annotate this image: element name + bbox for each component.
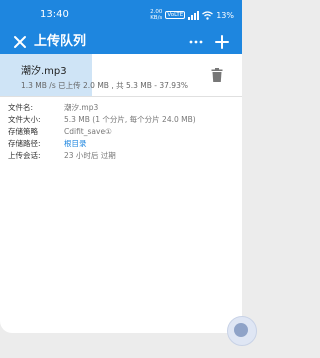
- volte-badge: VoLTE: [165, 11, 186, 19]
- upload-details-panel: 文件名: 潮汐.mp3 文件大小: 5.3 MB (1 个分片, 每个分片 24.0…: [0, 96, 242, 333]
- detail-value: Cdifit_save①: [64, 127, 112, 136]
- detail-label: 存储路径:: [8, 139, 41, 148]
- app-bar: 上传队列: [0, 30, 242, 54]
- detail-label: 存储策略: [8, 127, 38, 136]
- detail-row-file-name: 文件名: 潮汐.mp3: [8, 103, 98, 113]
- detail-label: 文件大小:: [8, 115, 41, 124]
- upload-progress-text: 1.3 MB /s 已上传 2.0 MB , 共 5.3 MB - 37.93%: [21, 81, 188, 90]
- wifi-icon: [202, 10, 214, 20]
- status-bar: 13:40 2.00 KB/s VoLTE 13%: [0, 0, 242, 30]
- add-icon[interactable]: [214, 34, 230, 50]
- more-horizontal-icon[interactable]: [188, 34, 204, 50]
- storage-path-link[interactable]: 根目录: [64, 139, 87, 148]
- upload-file-name: 潮汐.mp3: [21, 66, 67, 77]
- detail-row-file-size: 文件大小: 5.3 MB (1 个分片, 每个分片 24.0 MB): [8, 115, 196, 125]
- assistant-icon: [234, 323, 248, 337]
- signal-icon: [188, 10, 200, 20]
- network-speed-unit: KB/s: [150, 15, 163, 21]
- upload-item[interactable]: 潮汐.mp3 1.3 MB /s 已上传 2.0 MB , 共 5.3 MB -…: [0, 54, 242, 96]
- detail-value: 5.3 MB (1 个分片, 每个分片 24.0 MB): [64, 115, 196, 124]
- detail-row-storage-policy: 存储策略 Cdifit_save①: [8, 127, 112, 137]
- detail-row-upload-session: 上传会话: 23 小时后 过期: [8, 151, 116, 161]
- trash-icon[interactable]: [211, 68, 223, 82]
- detail-value: 潮汐.mp3: [64, 103, 99, 112]
- page-title: 上传队列: [34, 34, 87, 49]
- detail-value: 23 小时后 过期: [64, 151, 116, 160]
- status-time: 13:40: [40, 9, 69, 20]
- network-speed: 2.00 KB/s: [150, 9, 162, 21]
- detail-label: 文件名:: [8, 103, 34, 112]
- detail-row-storage-path: 存储路径: 根目录: [8, 139, 87, 149]
- floating-assistant-button[interactable]: [227, 316, 257, 346]
- detail-label: 上传会话:: [8, 151, 41, 160]
- battery-percent: 13%: [216, 10, 234, 20]
- status-indicators: 2.00 KB/s VoLTE 13%: [150, 8, 234, 22]
- close-icon[interactable]: [12, 34, 28, 50]
